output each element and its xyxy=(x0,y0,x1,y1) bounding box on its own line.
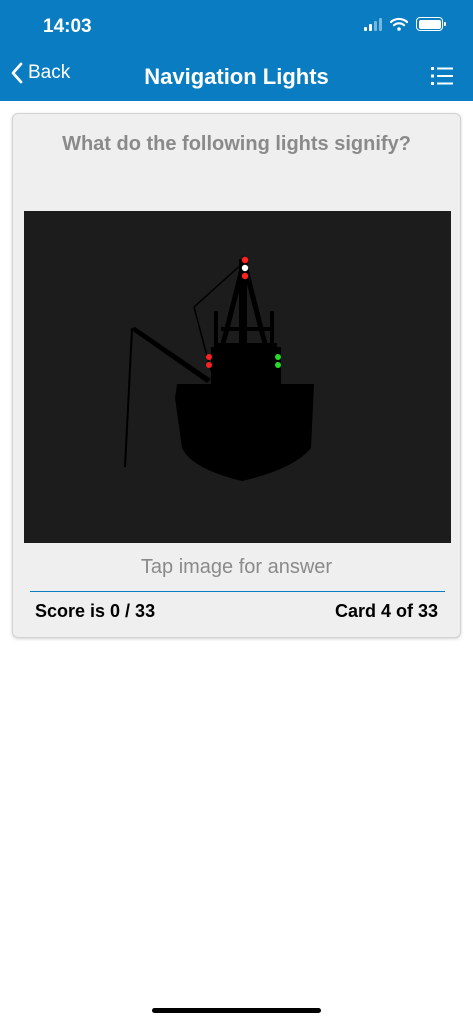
status-time: 14:03 xyxy=(43,16,92,37)
home-indicator[interactable] xyxy=(152,1008,321,1013)
port-red-light-lower xyxy=(206,362,212,368)
status-icons xyxy=(364,17,446,31)
trawler-silhouette xyxy=(124,255,314,481)
port-red-light-upper xyxy=(206,354,212,360)
header-bar: 14:03 Back Navigation Lights xyxy=(0,0,473,101)
battery-icon xyxy=(416,17,446,31)
list-menu-icon[interactable] xyxy=(431,66,453,86)
flashcard: What do the following lights signify? Ta… xyxy=(12,113,461,638)
score-text: Score is 0 / 33 xyxy=(35,601,156,621)
starboard-green-light-lower xyxy=(275,362,281,368)
tap-for-answer-hint[interactable]: Tap image for answer xyxy=(13,556,460,579)
nav-bar: Back Navigation Lights xyxy=(0,58,473,96)
wifi-icon xyxy=(390,17,408,31)
divider xyxy=(30,591,445,592)
vessel-lights-image[interactable] xyxy=(24,211,451,543)
starboard-green-light-upper xyxy=(275,354,281,360)
page-title: Navigation Lights xyxy=(144,64,329,89)
cellular-signal-icon xyxy=(364,17,382,31)
card-counter: Card 4 of 33 xyxy=(334,601,438,621)
masthead-white-light xyxy=(241,264,249,272)
question-text: What do the following lights signify? xyxy=(62,133,411,155)
masthead-red-light-bottom xyxy=(241,272,249,280)
masthead-red-light-top xyxy=(241,256,249,264)
